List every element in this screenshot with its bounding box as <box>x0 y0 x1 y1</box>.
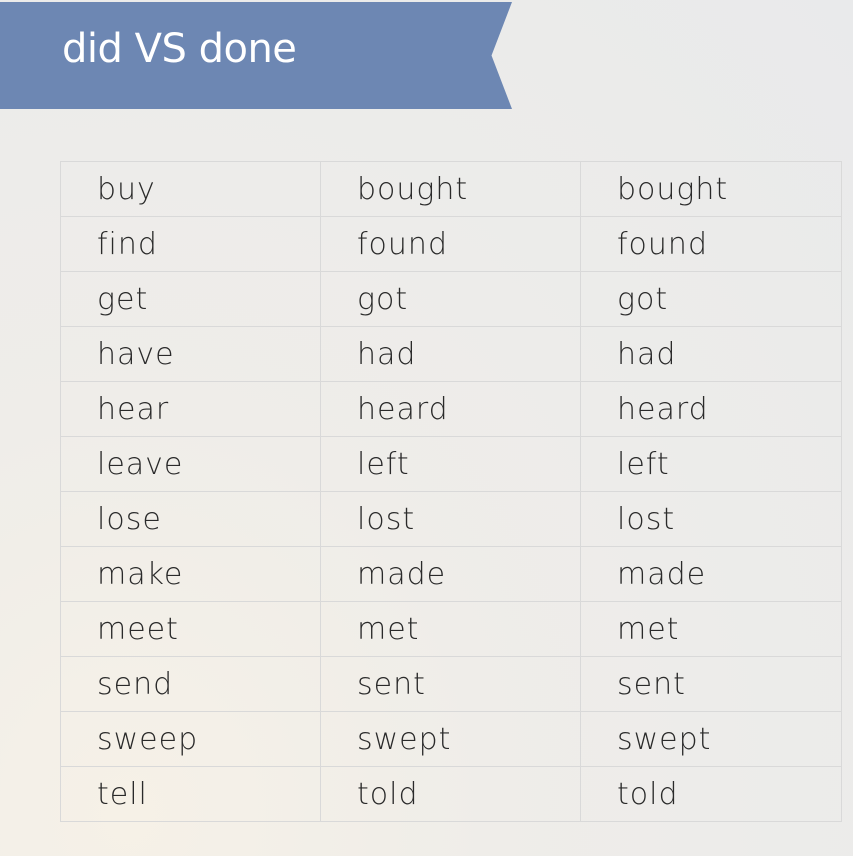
table-row: have had had <box>60 326 842 382</box>
past-tense-cell: left <box>320 436 581 492</box>
past-participle-cell: got <box>580 271 842 327</box>
verb-table: buy bought bought find found found get g… <box>60 161 842 822</box>
past-tense-cell: lost <box>320 491 581 547</box>
past-participle-cell: had <box>580 326 842 382</box>
past-tense-cell: got <box>320 271 581 327</box>
table-row: get got got <box>60 271 842 327</box>
base-form-cell: send <box>60 656 321 712</box>
table-row: sweep swept swept <box>60 711 842 767</box>
table-row: make made made <box>60 546 842 602</box>
past-tense-cell: had <box>320 326 581 382</box>
past-tense-cell: met <box>320 601 581 657</box>
base-form-cell: find <box>60 216 321 272</box>
past-participle-cell: bought <box>580 161 842 217</box>
past-participle-cell: made <box>580 546 842 602</box>
page-title: did VS done <box>62 26 297 72</box>
base-form-cell: hear <box>60 381 321 437</box>
past-tense-cell: made <box>320 546 581 602</box>
past-tense-cell: told <box>320 766 581 822</box>
table-row: leave left left <box>60 436 842 492</box>
base-form-cell: have <box>60 326 321 382</box>
table-row: lose lost lost <box>60 491 842 547</box>
past-tense-cell: swept <box>320 711 581 767</box>
table-row: tell told told <box>60 766 842 822</box>
past-participle-cell: sent <box>580 656 842 712</box>
past-participle-cell: left <box>580 436 842 492</box>
table-row: meet met met <box>60 601 842 657</box>
base-form-cell: tell <box>60 766 321 822</box>
past-participle-cell: met <box>580 601 842 657</box>
table-row: find found found <box>60 216 842 272</box>
base-form-cell: make <box>60 546 321 602</box>
past-tense-cell: heard <box>320 381 581 437</box>
base-form-cell: leave <box>60 436 321 492</box>
base-form-cell: buy <box>60 161 321 217</box>
base-form-cell: sweep <box>60 711 321 767</box>
base-form-cell: meet <box>60 601 321 657</box>
base-form-cell: lose <box>60 491 321 547</box>
table-row: hear heard heard <box>60 381 842 437</box>
past-participle-cell: found <box>580 216 842 272</box>
base-form-cell: get <box>60 271 321 327</box>
past-participle-cell: lost <box>580 491 842 547</box>
table-row: buy bought bought <box>60 161 842 217</box>
past-participle-cell: heard <box>580 381 842 437</box>
past-participle-cell: told <box>580 766 842 822</box>
past-tense-cell: bought <box>320 161 581 217</box>
table-row: send sent sent <box>60 656 842 712</box>
past-tense-cell: sent <box>320 656 581 712</box>
past-participle-cell: swept <box>580 711 842 767</box>
past-tense-cell: found <box>320 216 581 272</box>
